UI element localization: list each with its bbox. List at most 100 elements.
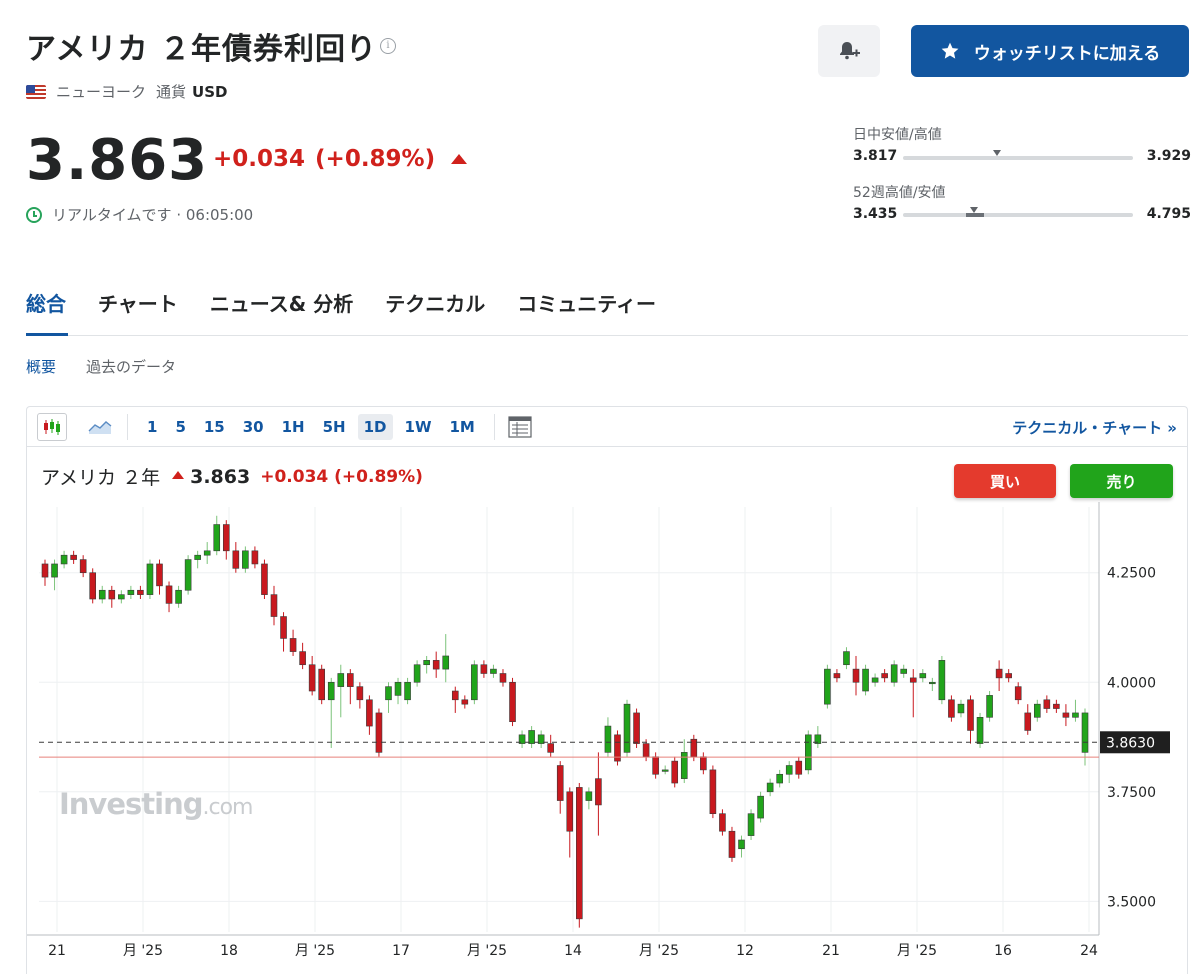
candle-body [375,712,383,753]
candle-body [108,589,116,600]
candle-body [528,730,535,744]
chart-legend: アメリカ ２年 3.863 +0.034 (+0.89%) [41,463,423,490]
x-tick-label: 18 [220,943,238,959]
realtime-text: リアルタイムです · 06:05:00 [52,206,254,224]
realtime-status: リアルタイムです · 06:05:00 [26,204,253,225]
candle-body [413,664,421,683]
candle-body [595,778,602,806]
x-tick-label: 月 '25 [897,943,937,959]
add-to-watchlist-button[interactable]: ウォッチリストに加える [911,25,1189,77]
candle-body [1062,712,1070,718]
y-tick-label: 4.2500 [1107,566,1156,582]
currency-label: 通貨 [156,83,187,101]
y-tick-label: 3.7500 [1107,785,1156,801]
x-tick-label: 16 [994,943,1012,959]
tab-divider [26,335,1188,336]
candle-body [404,681,411,701]
tab-overview[interactable]: 総合 [26,288,66,317]
candle-body [604,725,612,753]
candle-body [938,660,946,701]
candle-body [671,760,679,784]
candle-body [60,554,68,565]
info-icon[interactable]: i [380,38,396,54]
candle-body [184,559,192,591]
x-tick-label: 月 '25 [295,943,335,959]
week52-range-fill [966,213,985,217]
price-change: +0.034 (+0.89%) [213,146,468,172]
sell-button[interactable]: 売り [1070,464,1173,498]
candle-body [318,668,325,701]
legend-change: +0.034 (+0.89%) [260,466,423,487]
x-tick-label: 月 '25 [123,943,163,959]
candle-body [1033,703,1041,718]
candle-body [566,791,574,832]
candle-body [795,760,803,775]
week52-range-bar [903,207,1133,217]
y-tick-label: 4.0000 [1107,675,1156,691]
sub-tabs: 概要 過去のデータ [26,356,176,377]
chart-panel: 1 5 15 30 1H 5H 1D 1W 1M テクニカル・チャート » 3.… [26,406,1188,974]
day-range-marker [993,150,1002,156]
watermark-suffix: .com [202,795,253,820]
candle-body [805,734,812,771]
subtab-summary[interactable]: 概要 [26,356,56,377]
candle-body [881,673,888,679]
candle-body [146,563,154,595]
main-tabs: 総合 チャート ニュース& 分析 テクニカル コミュニティー [26,288,656,317]
y-tick-label: 3.5000 [1107,894,1156,910]
candle-body [623,703,631,753]
create-alert-button[interactable] [818,25,880,77]
candle-body [480,664,488,674]
candle-body [442,655,450,670]
candle-body [165,585,173,604]
candle-body [385,686,392,701]
candle-body [852,668,860,683]
candle-body [633,712,640,744]
candle-body [289,638,297,652]
candle-body [929,681,936,685]
week52-low: 3.435 [853,206,898,222]
candle-body [967,699,974,731]
candle-body [79,559,87,574]
candle-body [451,690,459,701]
subtab-historical-data[interactable]: 過去のデータ [86,356,176,377]
candle-body [222,524,230,552]
candle-body [833,673,841,679]
candle-body [871,677,879,683]
candle-body [175,589,182,604]
tab-community[interactable]: コミュニティー [517,288,656,317]
tab-technical[interactable]: テクニカル [385,288,485,317]
clock-icon [26,206,42,223]
candle-body [337,673,345,687]
investing-watermark: Investing.com [59,787,253,821]
tab-news-analysis[interactable]: ニュース& 分析 [210,288,353,317]
instrument-meta: ニューヨーク 通貨 USD [26,81,227,102]
candle-body [251,550,259,565]
change-percent: (+0.89%) [315,146,436,172]
candle-body [394,681,402,696]
candle-body [785,765,793,775]
day-range-label: 日中安値/高値 [853,127,942,143]
candle-body [948,699,955,718]
candle-body [1072,712,1079,718]
watchlist-label: ウォッチリストに加える [973,43,1161,64]
candle-body [423,660,430,666]
x-tick-label: 14 [564,943,582,959]
candle-body [299,651,306,666]
candle-body [576,787,583,920]
candle-body [909,677,917,683]
candle-body [986,695,993,718]
candle-body [1024,712,1032,731]
candle-body [203,550,211,556]
current-price-label: 3.8630 [1106,735,1155,751]
candle-body [308,664,316,692]
tab-chart[interactable]: チャート [98,288,178,317]
last-price: 3.863 [26,128,209,193]
currency-value: USD [192,82,228,101]
legend-price: 3.863 [190,465,251,488]
candle-body [270,594,278,617]
candle-body [719,813,726,832]
buy-button[interactable]: 買い [954,464,1056,498]
candle-body [137,589,144,595]
candle-body [471,664,478,701]
